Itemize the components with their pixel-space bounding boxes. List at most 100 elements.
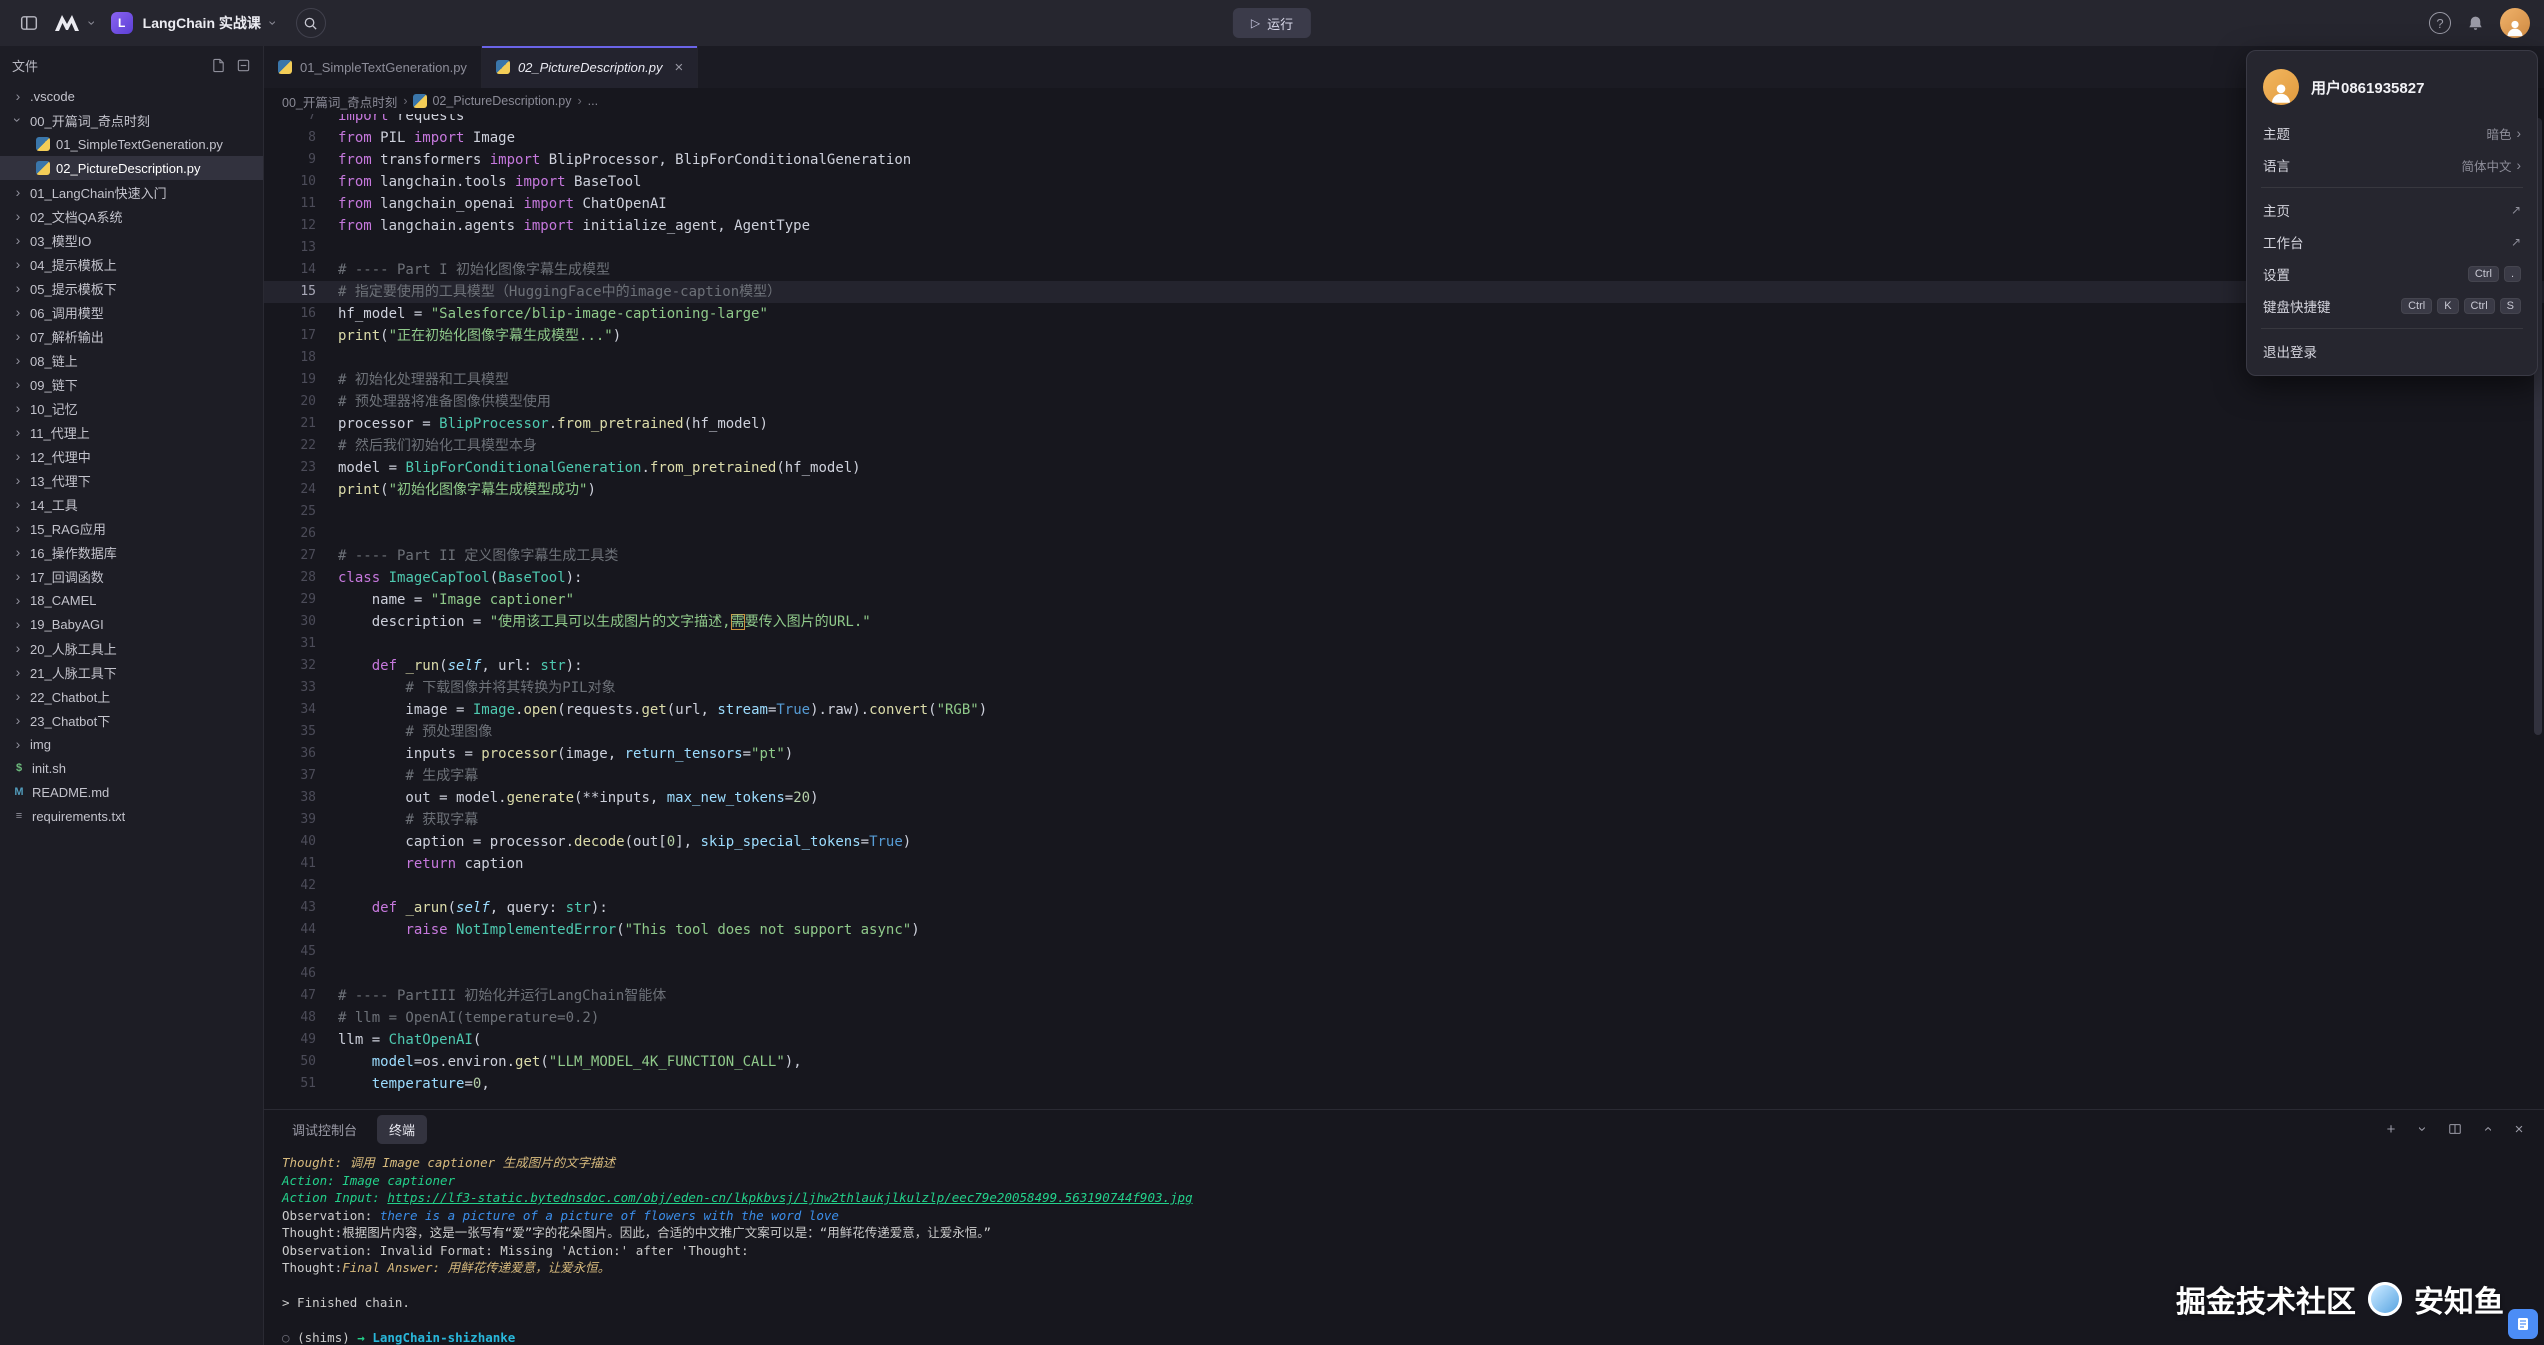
code-line[interactable]: 43 def _arun(self, query: str): [264, 897, 2544, 919]
close-panel-icon[interactable]: × [2510, 1120, 2528, 1138]
code-line[interactable]: 26 [264, 523, 2544, 545]
help-icon[interactable]: ? [2429, 12, 2451, 34]
search-button[interactable] [296, 8, 326, 38]
code-line[interactable]: 16hf_model = "Salesforce/blip-image-capt… [264, 303, 2544, 325]
code-line[interactable]: 36 inputs = processor(image, return_tens… [264, 743, 2544, 765]
code-line[interactable]: 19# 初始化处理器和工具模型 [264, 369, 2544, 391]
menu-item-logout[interactable]: 退出登录 [2247, 335, 2537, 367]
file-tree-item[interactable]: ›06_调用模型 [0, 300, 263, 324]
new-file-icon[interactable] [211, 58, 226, 73]
file-tree-item[interactable]: 01_SimpleTextGeneration.py [0, 132, 263, 156]
code-line[interactable]: 50 model=os.environ.get("LLM_MODEL_4K_FU… [264, 1051, 2544, 1073]
breadcrumb-item[interactable]: 02_PictureDescription.py [413, 94, 571, 108]
run-button[interactable]: ▷ 运行 [1233, 8, 1311, 38]
file-tree-item[interactable]: ›18_CAMEL [0, 588, 263, 612]
file-tree-item[interactable]: ›22_Chatbot上 [0, 684, 263, 708]
code-line[interactable]: 38 out = model.generate(**inputs, max_ne… [264, 787, 2544, 809]
code-line[interactable]: 48# llm = OpenAI(temperature=0.2) [264, 1007, 2544, 1029]
file-tree-item[interactable]: ›03_模型IO [0, 228, 263, 252]
code-line[interactable]: 17print("正在初始化图像字幕生成模型...") [264, 325, 2544, 347]
code-line[interactable]: 42 [264, 875, 2544, 897]
code-line[interactable]: 12from langchain.agents import initializ… [264, 215, 2544, 237]
code-line[interactable]: 15# 指定要使用的工具模型（HuggingFace中的image-captio… [264, 281, 2544, 303]
file-tree-item[interactable]: MREADME.md [0, 780, 263, 804]
code-line[interactable]: 11from langchain_openai import ChatOpenA… [264, 193, 2544, 215]
file-tree-item[interactable]: ›16_操作数据库 [0, 540, 263, 564]
menu-item-workbench[interactable]: 工作台↗ [2247, 226, 2537, 258]
code-line[interactable]: 47# ---- PartIII 初始化并运行LangChain智能体 [264, 985, 2544, 1007]
code-line[interactable]: 27# ---- Part II 定义图像字幕生成工具类 [264, 545, 2544, 567]
new-terminal-icon[interactable]: + [2382, 1120, 2400, 1138]
code-line[interactable]: 20# 预处理器将准备图像供模型使用 [264, 391, 2544, 413]
code-line[interactable]: 8from PIL import Image [264, 127, 2544, 149]
split-terminal-icon[interactable] [2446, 1120, 2464, 1138]
file-tree-item[interactable]: ›10_记忆 [0, 396, 263, 420]
file-tree-item[interactable]: ›19_BabyAGI [0, 612, 263, 636]
menu-item-home[interactable]: 主页↗ [2247, 194, 2537, 226]
code-line[interactable]: 33 # 下载图像并将其转换为PIL对象 [264, 677, 2544, 699]
ide-logo-icon[interactable] [54, 14, 80, 32]
menu-item-keyboard-shortcuts[interactable]: 键盘快捷键CtrlKCtrlS [2247, 290, 2537, 322]
file-tree-item[interactable]: ›05_提示模板下 [0, 276, 263, 300]
menu-item-settings[interactable]: 设置Ctrl. [2247, 258, 2537, 290]
code-editor[interactable]: 7import requests8from PIL import Image9f… [264, 114, 2544, 1109]
maximize-panel-icon[interactable]: › [2478, 1120, 2496, 1138]
code-line[interactable]: 45 [264, 941, 2544, 963]
file-tree-item[interactable]: ›04_提示模板上 [0, 252, 263, 276]
file-tree-item[interactable]: ›23_Chatbot下 [0, 708, 263, 732]
code-line[interactable]: 28class ImageCapTool(BaseTool): [264, 567, 2544, 589]
breadcrumb-item[interactable]: 00_开篇词_奇点时刻 [282, 92, 397, 111]
code-line[interactable]: 41 return caption [264, 853, 2544, 875]
code-line[interactable]: 37 # 生成字幕 [264, 765, 2544, 787]
file-tree-item[interactable]: ›02_文档QA系统 [0, 204, 263, 228]
code-line[interactable]: 49llm = ChatOpenAI( [264, 1029, 2544, 1051]
collapse-folders-icon[interactable] [236, 58, 251, 73]
editor-tab[interactable]: 01_SimpleTextGeneration.py [264, 46, 482, 88]
terminal-link[interactable]: https://lf3-static.bytednsdoc.com/obj/ed… [387, 1190, 1192, 1205]
code-line[interactable]: 18 [264, 347, 2544, 369]
code-line[interactable]: 51 temperature=0, [264, 1073, 2544, 1095]
file-tree-item[interactable]: ›.vscode [0, 84, 263, 108]
code-line[interactable]: 44 raise NotImplementedError("This tool … [264, 919, 2544, 941]
code-line[interactable]: 10from langchain.tools import BaseTool [264, 171, 2544, 193]
code-line[interactable]: 23model = BlipForConditionalGeneration.f… [264, 457, 2544, 479]
panel-tab-debug-console[interactable]: 调试控制台 [280, 1115, 369, 1144]
file-tree-item[interactable]: ›17_回调函数 [0, 564, 263, 588]
close-tab-icon[interactable]: × [674, 59, 683, 76]
file-tree-item[interactable]: ›21_人脉工具下 [0, 660, 263, 684]
code-line[interactable]: 31 [264, 633, 2544, 655]
code-line[interactable]: 34 image = Image.open(requests.get(url, … [264, 699, 2544, 721]
file-tree-item[interactable]: ›01_LangChain快速入门 [0, 180, 263, 204]
file-tree-item[interactable]: ≡requirements.txt [0, 804, 263, 828]
editor-tab[interactable]: 02_PictureDescription.py× [482, 46, 698, 88]
code-line[interactable]: 39 # 获取字幕 [264, 809, 2544, 831]
file-tree-item[interactable]: ›00_开篇词_奇点时刻 [0, 108, 263, 132]
terminal-dropdown-icon[interactable]: › [2414, 1120, 2432, 1138]
code-line[interactable]: 24print("初始化图像字幕生成模型成功") [264, 479, 2544, 501]
menu-item-theme[interactable]: 主题暗色› [2247, 117, 2537, 149]
file-tree-item[interactable]: ›14_工具 [0, 492, 263, 516]
code-line[interactable]: 35 # 预处理图像 [264, 721, 2544, 743]
project-title[interactable]: LangChain 实战课 [143, 13, 261, 33]
menu-item-language[interactable]: 语言简体中文› [2247, 149, 2537, 181]
user-avatar[interactable] [2500, 8, 2530, 38]
file-tree-item[interactable]: 02_PictureDescription.py [0, 156, 263, 180]
code-line[interactable]: 14# ---- Part I 初始化图像字幕生成模型 [264, 259, 2544, 281]
code-line[interactable]: 29 name = "Image captioner" [264, 589, 2544, 611]
file-tree-item[interactable]: ›13_代理下 [0, 468, 263, 492]
breadcrumb-item[interactable]: ... [588, 94, 598, 108]
file-tree-item[interactable]: ›15_RAG应用 [0, 516, 263, 540]
code-line[interactable]: 9from transformers import BlipProcessor,… [264, 149, 2544, 171]
code-line[interactable]: 32 def _run(self, url: str): [264, 655, 2544, 677]
file-tree-item[interactable]: ›11_代理上 [0, 420, 263, 444]
code-line[interactable]: 46 [264, 963, 2544, 985]
code-line[interactable]: 7import requests [264, 114, 2544, 127]
file-tree-item[interactable]: ›img [0, 732, 263, 756]
feedback-widget-button[interactable] [2508, 1309, 2538, 1339]
file-tree-item[interactable]: ›20_人脉工具上 [0, 636, 263, 660]
code-line[interactable]: 30 description = "使用该工具可以生成图片的文字描述,需要传入图… [264, 611, 2544, 633]
panel-tab-terminal[interactable]: 终端 [377, 1115, 427, 1144]
notifications-bell-icon[interactable] [2467, 15, 2484, 32]
code-line[interactable]: 22# 然后我们初始化工具模型本身 [264, 435, 2544, 457]
file-tree-item[interactable]: ›09_链下 [0, 372, 263, 396]
